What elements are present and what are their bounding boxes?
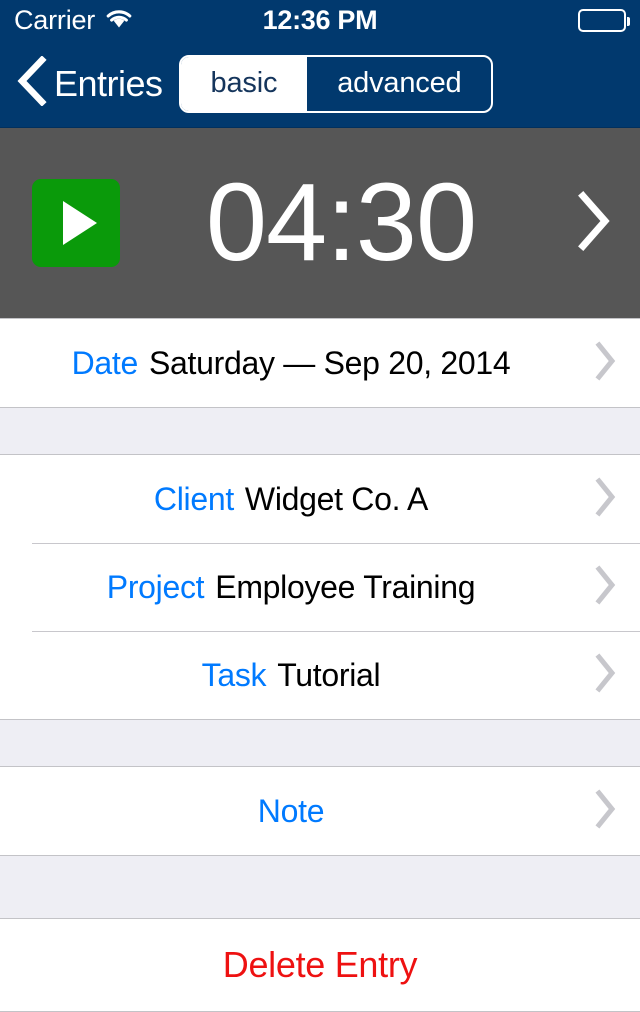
row-task-value: Tutorial (277, 656, 381, 693)
chevron-right-icon (592, 564, 618, 611)
status-bar-left: Carrier (14, 4, 134, 35)
chevron-right-icon (592, 340, 618, 387)
row-date[interactable]: Date Saturday — Sep 20, 2014 (0, 319, 640, 407)
row-task-label: Task (201, 656, 267, 693)
chevron-right-icon (592, 652, 618, 699)
section-work: Client Widget Co. A Project Employee Tra… (0, 454, 640, 720)
row-project[interactable]: Project Employee Training (0, 543, 640, 631)
status-bar: Carrier 12:36 PM (0, 0, 640, 40)
chevron-left-icon (16, 55, 48, 111)
entry-detail-table: Date Saturday — Sep 20, 2014 Client Widg… (0, 318, 640, 1012)
row-note-label: Note (257, 792, 325, 829)
section-gap-2 (0, 720, 640, 766)
section-gap-3 (0, 856, 640, 918)
row-date-content: Date Saturday — Sep 20, 2014 (0, 345, 582, 382)
play-icon (63, 201, 97, 245)
chevron-right-icon (592, 476, 618, 523)
section-note: Note (0, 766, 640, 856)
row-note[interactable]: Note (0, 767, 640, 855)
section-delete: Delete Entry (0, 918, 640, 1012)
delete-entry-button[interactable]: Delete Entry (0, 919, 640, 1011)
play-button[interactable] (32, 179, 120, 267)
row-note-content: Note (0, 793, 582, 830)
segment-basic[interactable]: basic (180, 56, 308, 111)
row-date-label: Date (71, 344, 139, 381)
section-date: Date Saturday — Sep 20, 2014 (0, 318, 640, 408)
row-date-value: Saturday — Sep 20, 2014 (149, 344, 511, 381)
wifi-icon (104, 7, 134, 34)
row-task-content: Task Tutorial (0, 657, 582, 694)
back-button-label: Entries (54, 62, 163, 104)
carrier-label: Carrier (14, 4, 96, 35)
battery-icon (578, 8, 630, 32)
status-bar-right (578, 8, 630, 32)
row-client-value: Widget Co. A (244, 480, 429, 517)
back-button[interactable]: Entries (16, 55, 163, 111)
row-task[interactable]: Task Tutorial (0, 631, 640, 719)
row-client-label: Client (153, 480, 234, 517)
row-project-value: Employee Training (215, 568, 476, 605)
chevron-right-icon (572, 190, 614, 257)
row-client-content: Client Widget Co. A (0, 481, 582, 518)
timer-bar[interactable]: 04:30 (0, 128, 640, 318)
nav-bar: Entries basic advanced (0, 40, 640, 128)
chevron-right-icon (592, 788, 618, 835)
section-gap-1 (0, 408, 640, 454)
segmented-control[interactable]: basic advanced (178, 54, 494, 113)
timer-value: 04:30 (205, 161, 477, 284)
segment-advanced[interactable]: advanced (307, 57, 491, 111)
row-project-label: Project (106, 568, 205, 605)
delete-entry-label: Delete Entry (222, 944, 418, 985)
row-project-content: Project Employee Training (0, 569, 582, 606)
row-client[interactable]: Client Widget Co. A (0, 455, 640, 543)
